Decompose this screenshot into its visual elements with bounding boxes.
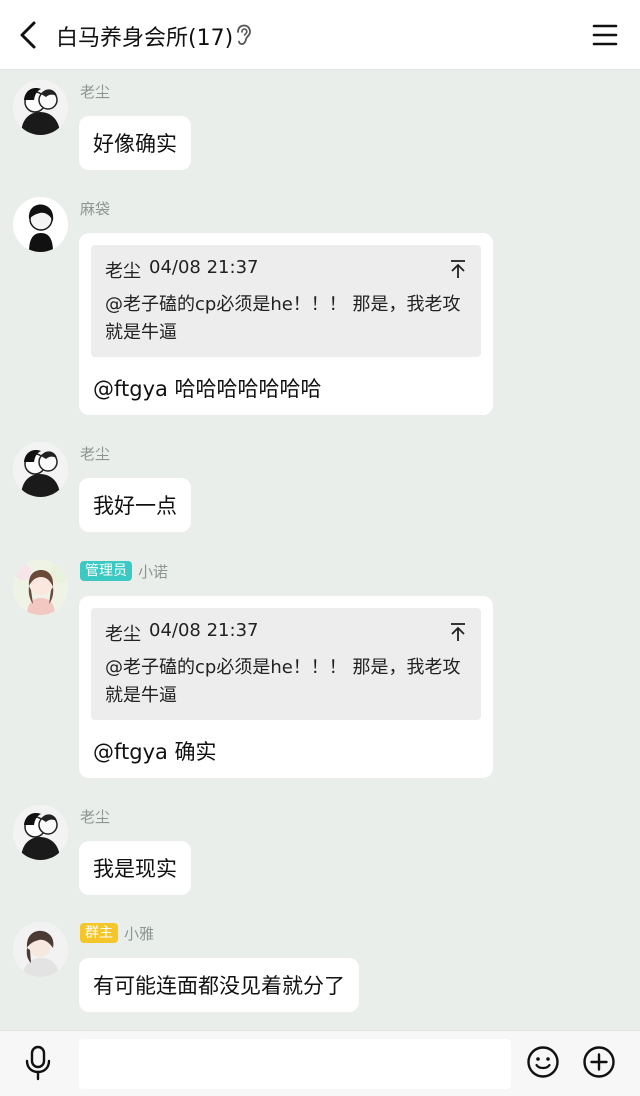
avatar[interactable]: [13, 560, 68, 615]
message-list[interactable]: 老尘 好像确实 麻袋 老尘 04/08 21:37 @老子磕的cp必须是he！！…: [0, 70, 640, 1030]
input-bar: [0, 1030, 640, 1096]
quote-text: @老子磕的cp必须是he！！！ 那是，我老攻就是牛逼: [105, 657, 461, 706]
sender-name[interactable]: 老尘: [80, 806, 110, 827]
message-meta: 老尘: [80, 442, 110, 464]
avatar[interactable]: [13, 80, 68, 135]
sender-name[interactable]: 老尘: [80, 443, 110, 464]
message-input[interactable]: [79, 1039, 511, 1089]
avatar[interactable]: [13, 805, 68, 860]
reply-message-card[interactable]: 老尘 04/08 21:37 @老子磕的cp必须是he！！！ 那是，我老攻就是牛…: [79, 596, 493, 778]
emoji-icon: [527, 1046, 559, 1078]
jump-to-top-icon[interactable]: [449, 622, 467, 642]
chat-title: 白马养身会所(17): [56, 26, 234, 51]
message-meta: 老尘: [80, 805, 110, 827]
jump-to-top-icon[interactable]: [449, 259, 467, 279]
quote-header: 老尘 04/08 21:37: [105, 257, 467, 283]
quote-time: 04/08 21:37: [149, 620, 259, 641]
avatar[interactable]: [13, 197, 68, 252]
message-meta: 麻袋: [80, 197, 110, 219]
chevron-left-icon: [20, 21, 36, 49]
message-bubble[interactable]: 有可能连面都没见着就分了: [79, 958, 359, 1012]
message-meta: 管理员 小诺: [80, 560, 168, 582]
quote-time: 04/08 21:37: [149, 257, 259, 278]
quote-text: @老子磕的cp必须是he！！！ 那是，我老攻就是牛逼: [105, 294, 461, 343]
quote-author: 老尘: [105, 261, 141, 282]
quote-author: 老尘: [105, 624, 141, 645]
reply-message-card[interactable]: 老尘 04/08 21:37 @老子磕的cp必须是he！！！ 那是，我老攻就是牛…: [79, 233, 493, 415]
admin-badge: 管理员: [80, 561, 132, 581]
reply-text: @ftgya 确实: [93, 740, 217, 764]
microphone-icon: [25, 1045, 51, 1081]
avatar[interactable]: [13, 442, 68, 497]
chat-header: 白马养身会所(17): [0, 0, 640, 70]
more-button[interactable]: [582, 1045, 616, 1079]
quoted-message[interactable]: 老尘 04/08 21:37 @老子磕的cp必须是he！！！ 那是，我老攻就是牛…: [91, 245, 481, 357]
message-meta: 群主 小雅: [80, 922, 154, 944]
sender-name[interactable]: 麻袋: [80, 198, 110, 219]
message-bubble[interactable]: 我好一点: [79, 478, 191, 532]
menu-button[interactable]: [592, 22, 618, 48]
emoji-button[interactable]: [526, 1045, 560, 1079]
sender-name[interactable]: 小雅: [124, 923, 154, 944]
reply-text: @ftgya 哈哈哈哈哈哈哈: [93, 377, 322, 401]
sender-name[interactable]: 小诺: [138, 561, 168, 582]
ear-icon: [233, 24, 253, 46]
quoted-message[interactable]: 老尘 04/08 21:37 @老子磕的cp必须是he！！！ 那是，我老攻就是牛…: [91, 608, 481, 720]
message-bubble[interactable]: 好像确实: [79, 116, 191, 170]
voice-button[interactable]: [22, 1045, 54, 1081]
hamburger-menu-icon: [592, 24, 618, 46]
sender-name[interactable]: 老尘: [80, 81, 110, 102]
back-button[interactable]: [12, 18, 44, 52]
message-bubble[interactable]: 我是现实: [79, 841, 191, 895]
avatar[interactable]: [13, 922, 68, 977]
owner-badge: 群主: [80, 923, 118, 943]
plus-icon: [583, 1046, 615, 1078]
message-meta: 老尘: [80, 80, 110, 102]
quote-header: 老尘 04/08 21:37: [105, 620, 467, 646]
